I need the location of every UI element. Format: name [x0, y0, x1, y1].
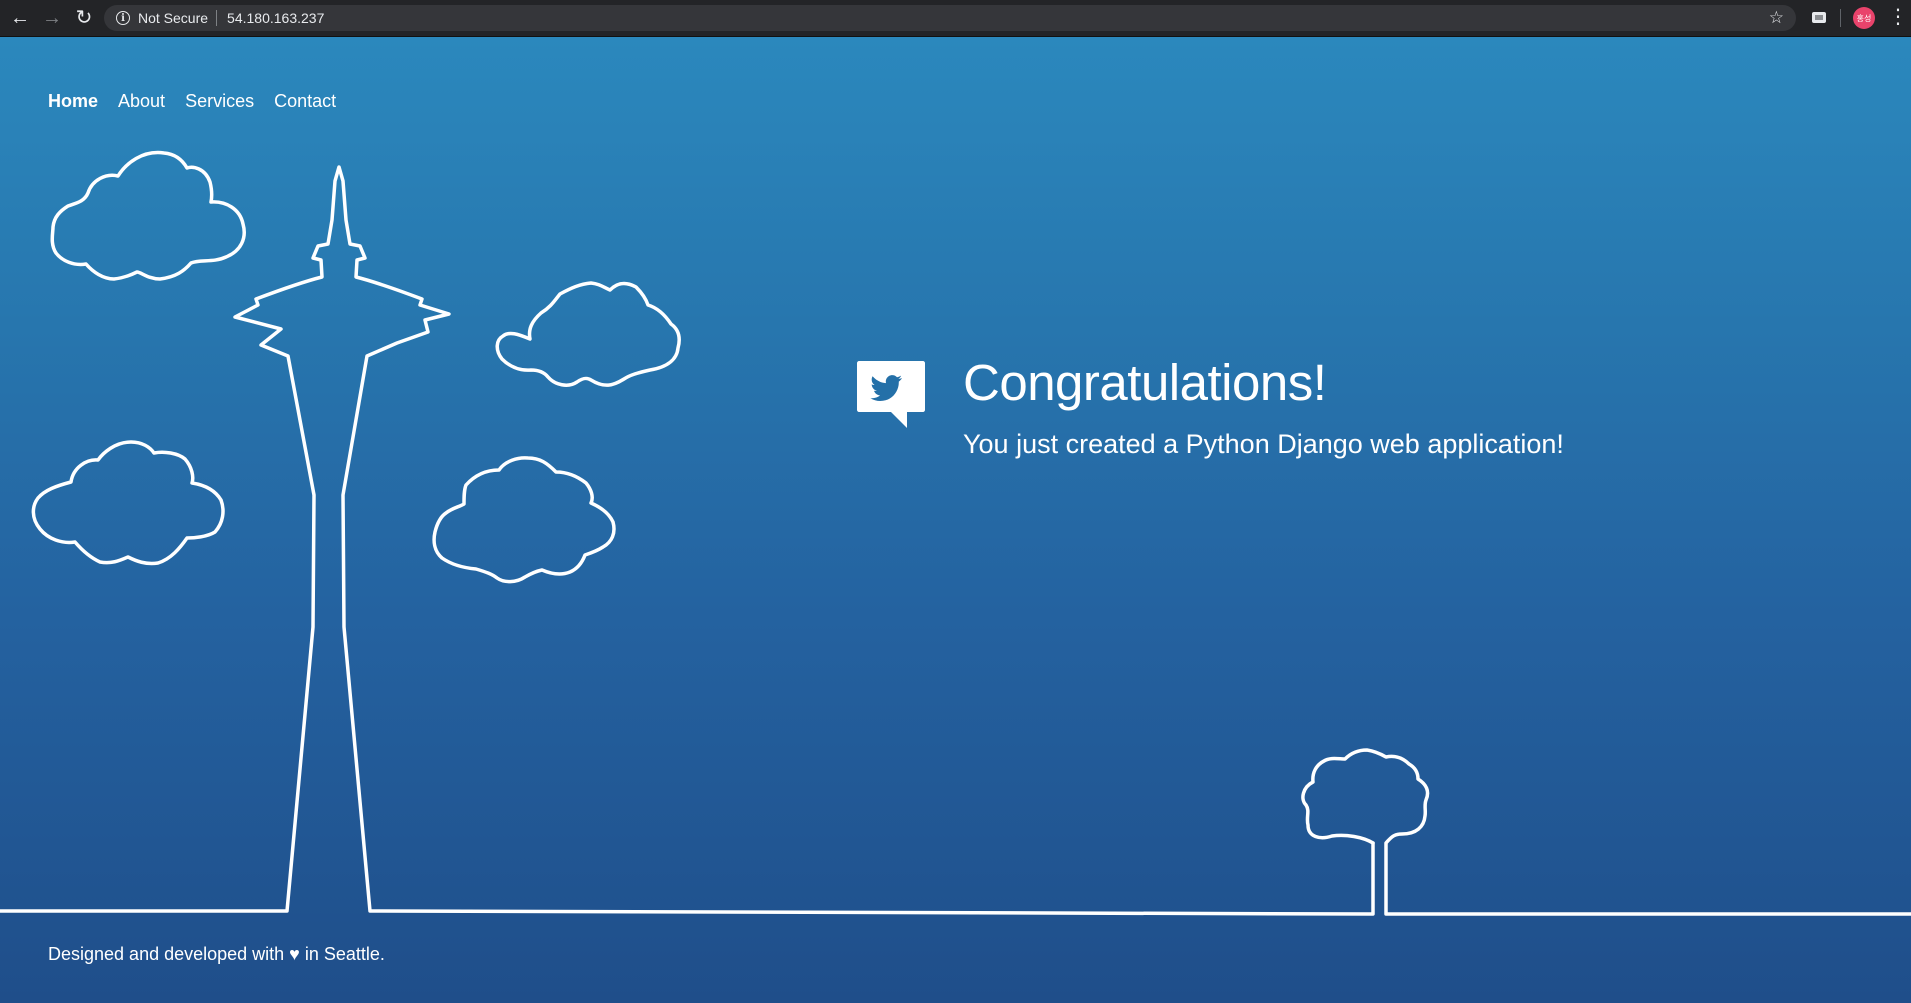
omnibox-divider	[216, 10, 218, 26]
info-icon[interactable]: i	[116, 11, 130, 25]
nav-item-services[interactable]: Services	[185, 91, 254, 112]
reload-button[interactable]: ↻	[68, 0, 100, 36]
nav-item-home[interactable]: Home	[48, 91, 98, 112]
tree	[1301, 748, 1911, 916]
address-bar[interactable]: i Not Secure 54.180.163.237 ☆	[104, 5, 1796, 31]
page-body: Home About Services Contact Congratulati…	[0, 37, 1911, 1003]
seattle-scene-illustration	[0, 150, 1911, 916]
url-text[interactable]: 54.180.163.237	[227, 10, 324, 26]
arrow-left-icon: ←	[10, 7, 30, 29]
toolbar-divider	[1840, 9, 1841, 27]
main-nav: Home About Services Contact	[48, 91, 336, 112]
back-button[interactable]: ←	[4, 0, 36, 36]
ground-line	[0, 165, 1375, 916]
cloud-2	[495, 281, 681, 387]
arrow-right-icon: →	[42, 7, 62, 29]
cloud-3	[31, 440, 225, 566]
reload-icon: ↻	[75, 7, 93, 29]
space-needle-ring	[314, 495, 344, 627]
hero-title: Congratulations!	[963, 354, 1327, 411]
extension-icon[interactable]	[1812, 12, 1826, 23]
kebab-menu-icon[interactable]: ⋮	[1888, 6, 1908, 28]
forward-button[interactable]: →	[36, 0, 68, 36]
cloud-4	[432, 456, 616, 584]
bookmark-star-icon[interactable]: ☆	[1769, 8, 1784, 28]
footer-text: Designed and developed with ♥ in Seattle…	[48, 944, 385, 964]
hero-subtitle: You just created a Python Django web app…	[963, 429, 1564, 459]
twitter-speech-bubble-icon	[857, 361, 925, 428]
cloud-1	[50, 150, 246, 281]
profile-avatar[interactable]: 홍성	[1853, 7, 1875, 29]
security-label[interactable]: Not Secure	[138, 10, 208, 26]
nav-item-about[interactable]: About	[118, 91, 165, 112]
nav-item-contact[interactable]: Contact	[274, 91, 336, 112]
browser-toolbar: ← → ↻ i Not Secure 54.180.163.237 ☆ 홍성 ⋮	[0, 0, 1911, 37]
